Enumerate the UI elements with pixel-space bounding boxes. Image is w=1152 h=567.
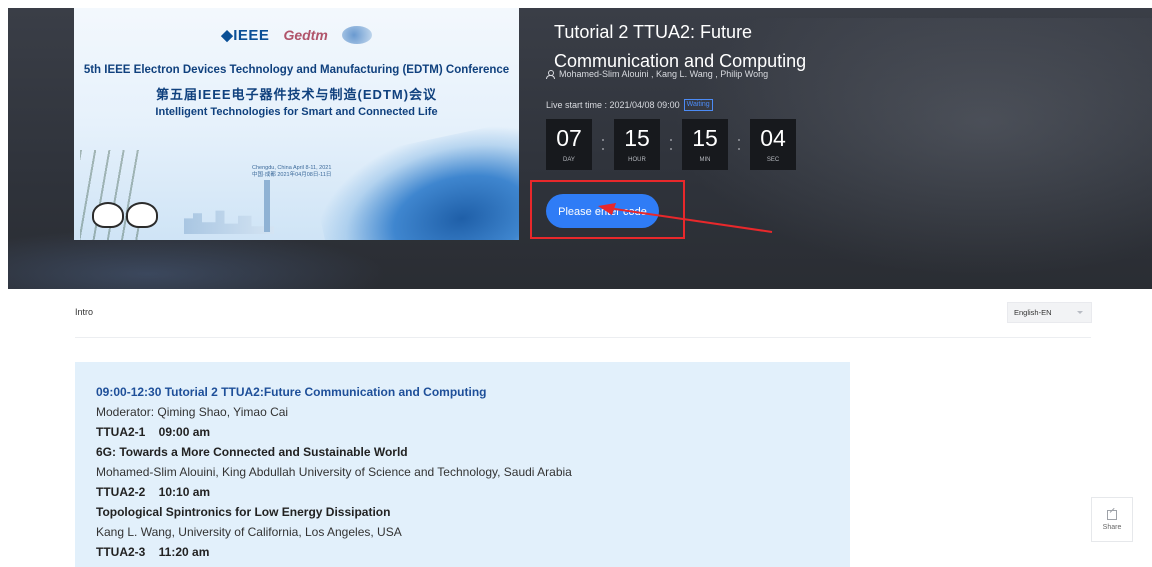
banner-title-en: 5th IEEE Electron Devices Technology and…	[83, 64, 510, 76]
share-icon	[1107, 509, 1117, 520]
tab-intro[interactable]: Intro	[75, 307, 93, 317]
event-authors: Mohamed-Slim Alouini , Kang L. Wang , Ph…	[546, 69, 768, 79]
authors-text: Mohamed-Slim Alouini , Kang L. Wang , Ph…	[559, 69, 769, 79]
share-label: Share	[1102, 523, 1122, 531]
banner-title-cn: 第五届IEEE电子器件技术与制造(EDTM)会议	[155, 87, 438, 102]
language-select[interactable]: English-EN	[1007, 302, 1092, 323]
banner-slogan: Intelligent Technologies for Smart and C…	[155, 106, 438, 118]
countdown-hour: 15 HOUR	[614, 119, 660, 170]
countdown-label: MIN	[699, 157, 711, 163]
event-title: Tutorial 2 TTUA2: Future Communication a…	[554, 22, 807, 71]
divider	[75, 337, 1091, 338]
countdown-sec: 04 SEC	[750, 119, 796, 170]
countdown-day: 07 DAY	[546, 119, 592, 170]
event-banner-image: ◆IEEE Gedtm 5th IEEE Electron Devices Te…	[74, 8, 519, 240]
agenda-item-code: TTUA2-1 09:00 am	[96, 425, 211, 439]
banner-logos: ◆IEEE Gedtm	[74, 26, 519, 44]
agenda-item-title: Topological Spintronics for Low Energy D…	[96, 505, 391, 519]
status-badge: Waiting	[683, 99, 713, 111]
agenda-moderator: Moderator: Qiming Shao, Yimao Cai	[96, 405, 289, 419]
tower-illustration	[264, 180, 270, 232]
agenda-item-code: TTUA2-3 11:20 am	[96, 545, 210, 559]
agenda-panel: 09:00-12:30 Tutorial 2 TTUA2:Future Comm…	[75, 362, 850, 567]
agenda-item-code: TTUA2-2 10:10 am	[96, 485, 211, 499]
agenda-item-speaker: Mohamed-Slim Alouini, King Abdullah Univ…	[96, 465, 572, 479]
live-start-time: Live start time : 2021/04/08 09:00 Waiti…	[546, 99, 713, 111]
countdown-separator	[728, 119, 750, 170]
countdown-value: 15	[692, 125, 718, 151]
edtm-logo: Gedtm	[283, 27, 328, 43]
panda-illustration	[92, 202, 124, 228]
eds-logo-icon	[341, 26, 372, 44]
countdown-value: 15	[624, 125, 650, 151]
countdown-value: 04	[760, 125, 786, 151]
chevron-down-icon	[1077, 311, 1083, 314]
language-selected: English-EN	[1014, 308, 1052, 317]
wave-illustration	[309, 117, 519, 240]
live-start-label: Live start time : 2021/04/08 09:00	[546, 100, 680, 110]
countdown-value: 07	[556, 125, 582, 151]
annotation-arrow-icon	[598, 203, 773, 233]
person-icon	[546, 69, 555, 79]
countdown-timer: 07 DAY 15 HOUR 15 MIN 04 SEC	[546, 119, 796, 170]
share-button[interactable]: Share	[1091, 497, 1133, 542]
agenda-item-title: 6G: Towards a More Connected and Sustain…	[96, 445, 408, 459]
agenda-item-speaker: Kang L. Wang, University of California, …	[96, 525, 402, 539]
ieee-logo: ◆IEEE	[221, 27, 270, 44]
countdown-min: 15 MIN	[682, 119, 728, 170]
agenda-heading: 09:00-12:30 Tutorial 2 TTUA2:Future Comm…	[96, 385, 487, 399]
countdown-label: SEC	[766, 157, 780, 163]
countdown-separator	[592, 119, 614, 170]
countdown-label: DAY	[563, 157, 575, 163]
skyline-illustration	[184, 210, 274, 234]
countdown-label: HOUR	[628, 157, 646, 163]
countdown-separator	[660, 119, 682, 170]
panda-illustration	[126, 202, 158, 228]
